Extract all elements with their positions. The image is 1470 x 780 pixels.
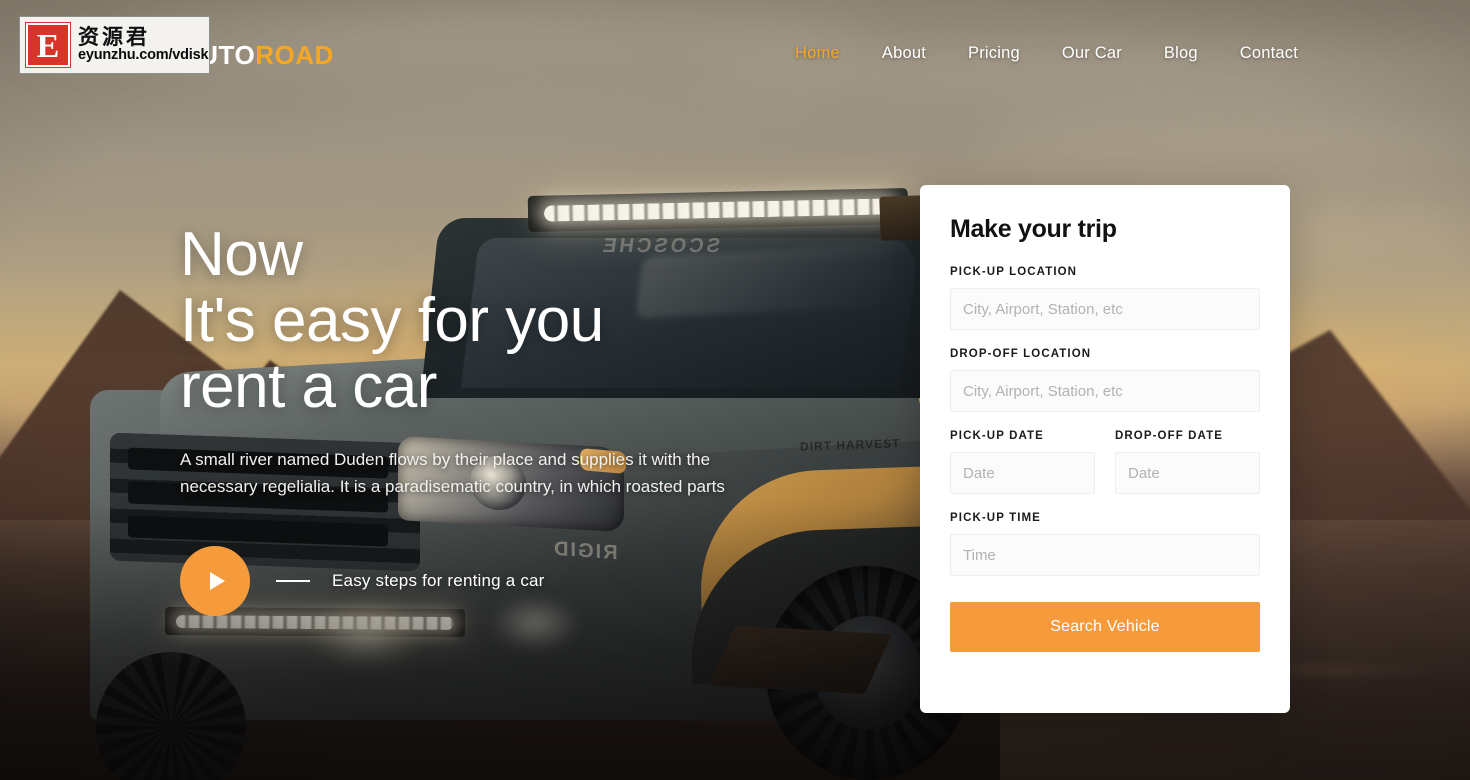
booking-form-title: Make your trip — [950, 215, 1117, 243]
dropoff-date-label: DROP-OFF DATE — [1115, 430, 1223, 442]
booking-form-card: Make your trip PICK-UP LOCATION DROP-OFF… — [920, 185, 1290, 713]
pickup-time-label: PICK-UP TIME — [950, 512, 1041, 524]
dropoff-location-input[interactable] — [950, 370, 1260, 412]
field-pickup-location: PICK-UP LOCATION — [950, 266, 1260, 330]
nav-item-our-car[interactable]: Our Car — [1062, 44, 1122, 63]
hero-title: Now It's easy for you rent a car — [180, 222, 800, 420]
logo-text-accent: ROAD — [255, 40, 334, 70]
hero-title-line-2: It's easy for you — [180, 286, 604, 355]
nav-item-contact[interactable]: Contact — [1240, 44, 1298, 63]
pickup-date-input[interactable] — [950, 452, 1095, 494]
watermark-overlay: E 资源君 eyunzhu.com/vdisk — [19, 16, 210, 74]
play-video-button[interactable] — [180, 546, 250, 616]
pickup-location-label: PICK-UP LOCATION — [950, 266, 1078, 278]
dropoff-location-label: DROP-OFF LOCATION — [950, 348, 1092, 360]
pickup-date-label: PICK-UP DATE — [950, 430, 1044, 442]
cta-divider-dash — [276, 580, 310, 582]
dropoff-date-input[interactable] — [1115, 452, 1260, 494]
pickup-time-input[interactable] — [950, 534, 1260, 576]
hero-cta-group: Easy steps for renting a car — [180, 546, 800, 616]
watermark-url: eyunzhu.com/vdisk — [78, 47, 209, 64]
field-dropoff-location: DROP-OFF LOCATION — [950, 348, 1260, 412]
watermark-logo-icon: E — [25, 22, 71, 68]
hero-title-line-3: rent a car — [180, 352, 437, 421]
play-icon — [209, 572, 225, 590]
nav-item-blog[interactable]: Blog — [1164, 44, 1198, 63]
nav-item-about[interactable]: About — [882, 44, 926, 63]
field-row-dates: PICK-UP DATE DROP-OFF DATE — [950, 430, 1260, 494]
cta-label: Easy steps for renting a car — [332, 571, 545, 590]
hero-section: SCOSCHE RIGID DIRT HARVEST AUTOROAD Hom — [0, 0, 1470, 780]
field-pickup-time: PICK-UP TIME — [950, 512, 1260, 576]
field-pickup-date: PICK-UP DATE — [950, 430, 1095, 494]
watermark-text: 资源君 eyunzhu.com/vdisk — [78, 25, 209, 64]
hero-copy: Now It's easy for you rent a car A small… — [180, 222, 800, 616]
nav-item-home[interactable]: Home — [795, 44, 840, 63]
field-dropoff-date: DROP-OFF DATE — [1115, 430, 1260, 494]
watermark-brand-cn: 资源君 — [78, 25, 150, 50]
hero-title-line-1: Now — [180, 220, 303, 289]
site-header: AUTOROAD Home About Pricing Our Car Blog… — [0, 0, 1470, 112]
nav-item-pricing[interactable]: Pricing — [968, 44, 1020, 63]
hero-description: A small river named Duden flows by their… — [180, 450, 725, 496]
pickup-location-input[interactable] — [950, 288, 1260, 330]
main-navigation: Home About Pricing Our Car Blog Contact — [795, 44, 1298, 63]
search-vehicle-button[interactable]: Search Vehicle — [950, 602, 1260, 652]
